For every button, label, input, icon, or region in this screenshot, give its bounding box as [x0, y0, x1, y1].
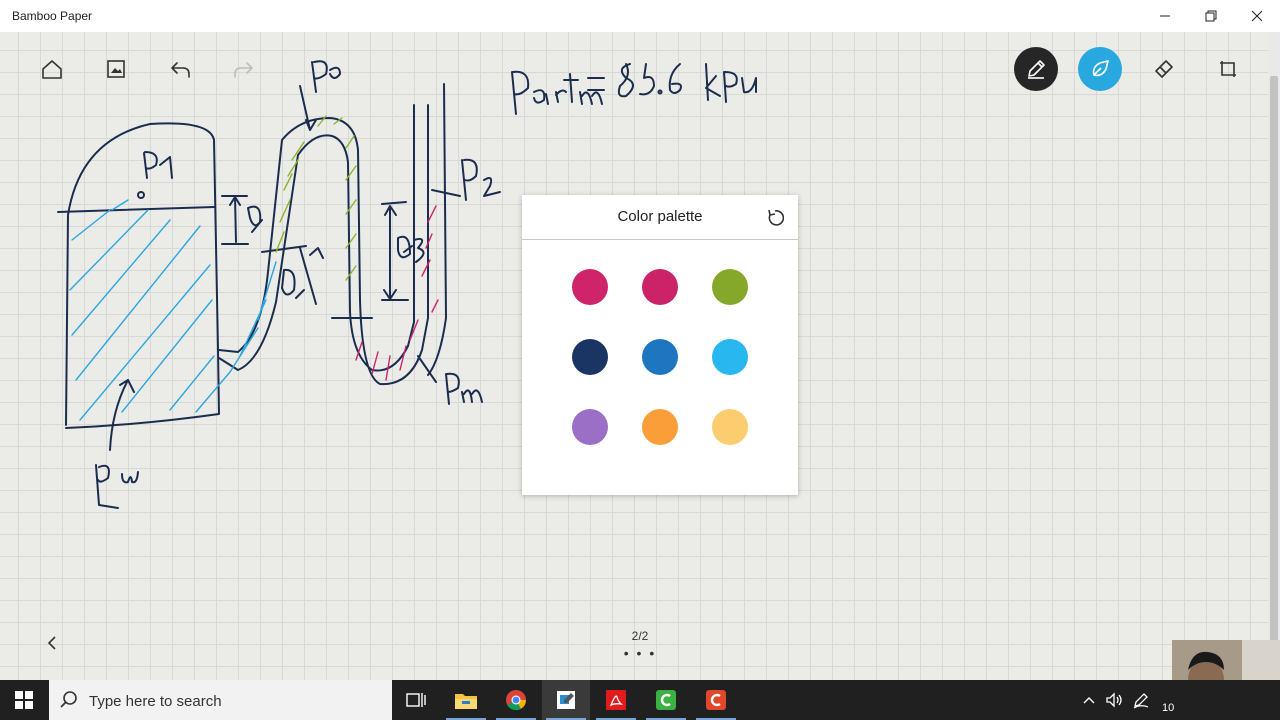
color-swatch-9[interactable]: [712, 409, 748, 445]
pen-tool-button[interactable]: [1014, 47, 1058, 91]
chevron-left-icon: [47, 636, 56, 650]
color-swatch-1[interactable]: [572, 269, 608, 305]
camtasia-recorder-button[interactable]: [642, 680, 690, 720]
chrome-button[interactable]: [492, 680, 540, 720]
color-swatch-5[interactable]: [642, 339, 678, 375]
color-swatch-4[interactable]: [572, 339, 608, 375]
windows-logo-icon: [15, 691, 33, 709]
bamboo-paper-button[interactable]: [542, 680, 590, 720]
scrollbar-thumb[interactable]: [1270, 76, 1278, 666]
redo-button[interactable]: [222, 47, 266, 91]
bamboo-paper-icon: [557, 691, 575, 709]
page-indicator: 2/2: [631, 629, 649, 643]
crop-icon: [1220, 61, 1236, 77]
windows-ink-button[interactable]: [1131, 690, 1151, 710]
camtasia-icon: [706, 690, 726, 710]
color-swatch-6-selected[interactable]: [712, 339, 748, 375]
palette-title: Color palette: [617, 208, 703, 225]
previous-page-button[interactable]: [37, 628, 67, 658]
start-button[interactable]: [0, 680, 48, 720]
chrome-icon: [506, 690, 527, 711]
undo-button[interactable]: [158, 47, 202, 91]
taskbar-search[interactable]: [49, 680, 392, 720]
search-icon: [60, 691, 77, 708]
palette-divider: [522, 239, 798, 240]
color-swatch-8[interactable]: [642, 409, 678, 445]
clock-fragment: 10: [1162, 702, 1175, 714]
camtasia-button[interactable]: [692, 680, 740, 720]
crop-button[interactable]: [1206, 47, 1250, 91]
color-swatch-2[interactable]: [642, 269, 678, 305]
file-explorer-icon: [455, 694, 477, 709]
image-icon: [107, 60, 125, 78]
reset-icon: [768, 209, 784, 226]
undo-icon: [171, 62, 190, 78]
camtasia-recorder-icon: [656, 690, 676, 710]
eraser-button[interactable]: [1142, 47, 1186, 91]
volume-button[interactable]: [1104, 690, 1124, 710]
color-button[interactable]: [1078, 47, 1122, 91]
task-view-button[interactable]: [392, 680, 440, 720]
ink-drop-icon: [1092, 60, 1109, 77]
task-view-icon: [406, 693, 426, 707]
insert-image-button[interactable]: [94, 47, 138, 91]
home-icon: [42, 60, 62, 79]
search-input[interactable]: [87, 688, 381, 714]
more-options-button[interactable]: • • •: [610, 645, 670, 661]
file-explorer-button[interactable]: [442, 680, 490, 720]
taskbar: 10: [0, 680, 1280, 720]
chevron-up-icon: [1083, 697, 1095, 704]
show-hidden-icons-button[interactable]: [1079, 690, 1099, 710]
color-palette-popup: Color palette: [522, 195, 798, 495]
pen-ink-icon: [1133, 693, 1149, 709]
redo-icon: [234, 62, 253, 78]
color-swatch-7[interactable]: [572, 409, 608, 445]
vertical-scrollbar[interactable]: [1268, 32, 1280, 680]
pen-icon: [1028, 60, 1045, 79]
eraser-icon: [1155, 60, 1173, 78]
home-button[interactable]: [30, 47, 74, 91]
speaker-icon: [1106, 692, 1122, 708]
acrobat-button[interactable]: [592, 680, 640, 720]
reset-palette-button[interactable]: [764, 207, 786, 229]
color-swatch-3[interactable]: [712, 269, 748, 305]
acrobat-icon: [606, 690, 626, 710]
